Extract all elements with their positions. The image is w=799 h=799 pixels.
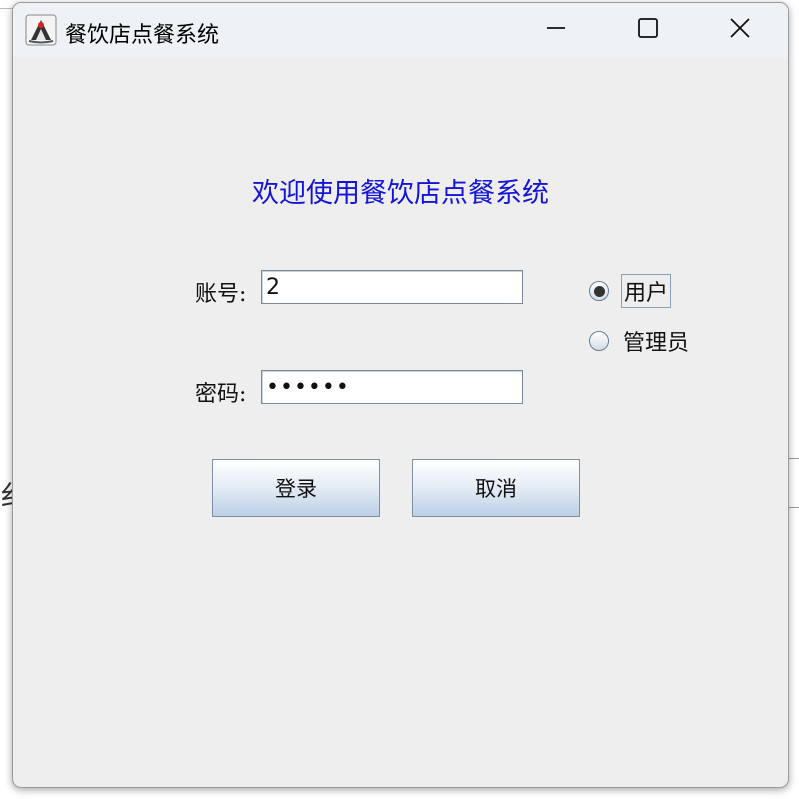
password-label: 密码: [195, 382, 247, 407]
account-label: 账号: [195, 282, 247, 307]
account-input[interactable]: 2 [261, 270, 523, 304]
minimize-button[interactable] [533, 11, 579, 49]
role-radio-admin[interactable]: 管理员 [589, 325, 691, 357]
role-radio-user[interactable]: 用户 [589, 274, 672, 308]
title-bar[interactable]: 餐饮店点餐系统 [13, 3, 788, 58]
radio-unselected-icon[interactable] [589, 331, 609, 351]
login-button[interactable]: 登录 [212, 459, 380, 517]
welcome-heading: 欢迎使用餐饮店点餐系统 [252, 178, 549, 209]
close-icon [729, 17, 751, 43]
password-input[interactable]: •••••• [261, 370, 523, 404]
radio-selected-icon[interactable] [589, 281, 609, 301]
java-app-icon [25, 14, 57, 46]
close-button[interactable] [717, 11, 763, 49]
window-title: 餐饮店点餐系统 [65, 23, 220, 48]
maximize-icon [637, 17, 659, 43]
cancel-button[interactable]: 取消 [412, 459, 580, 517]
login-window: 餐饮店点餐系统 欢迎使用餐饮店点餐系统 账号: 2 密码: •••••• 用户 … [12, 2, 789, 788]
background-divider [788, 458, 799, 508]
role-user-label: 用户 [621, 274, 672, 308]
role-admin-label: 管理员 [623, 331, 690, 356]
minimize-icon [545, 17, 567, 43]
maximize-button[interactable] [625, 11, 671, 49]
